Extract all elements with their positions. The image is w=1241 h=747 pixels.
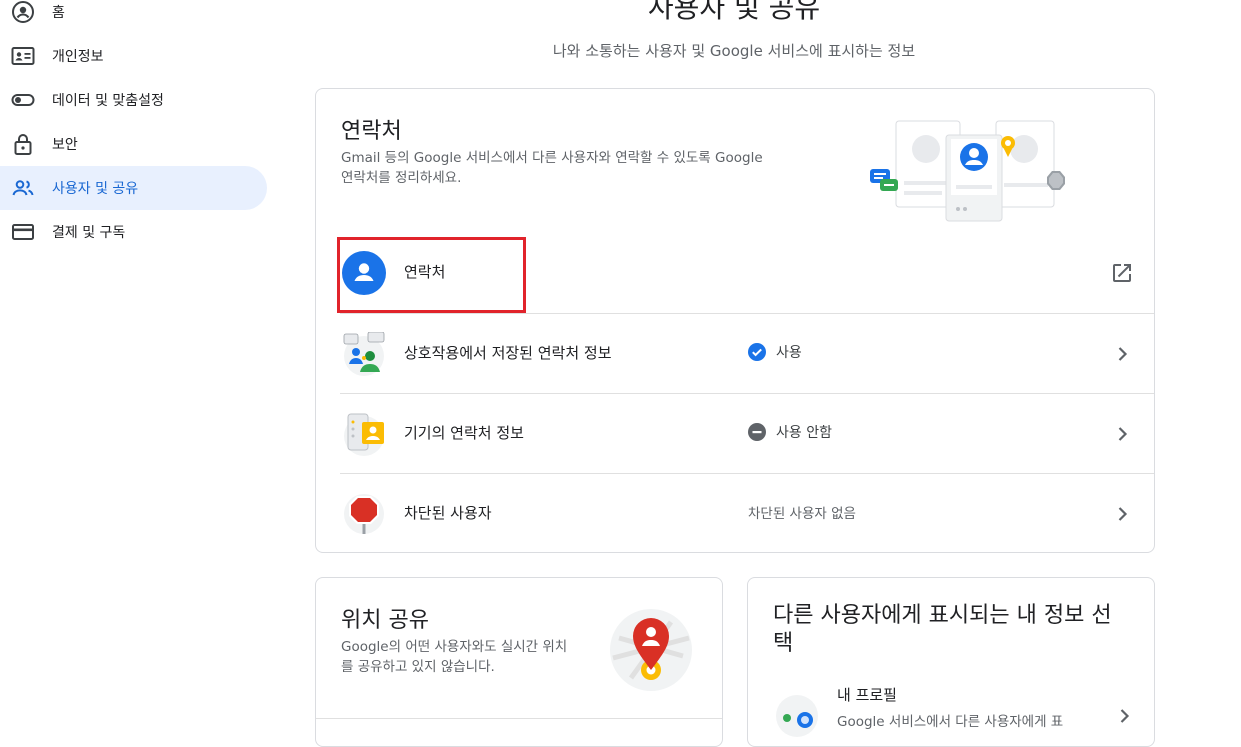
check-circle-icon (748, 343, 766, 361)
status-badge: 사용 (748, 342, 802, 362)
sidebar-item-label: 결제 및 구독 (52, 225, 126, 241)
sidebar-item-people-sharing[interactable]: 사용자 및 공유 (0, 166, 267, 210)
row-label: 차단된 사용자 (404, 504, 492, 522)
profile-card-title: 다른 사용자에게 표시되는 내 정보 선 택 (773, 603, 1112, 656)
row-description: Google 서비스에서 다른 사용자에게 표 (837, 714, 1064, 730)
row-label: 연락처 (404, 263, 446, 281)
location-card-description: Google의 어떤 사용자와도 실시간 위치 를 공유하고 있지 않습니다. (341, 639, 568, 675)
location-pin-illustration (610, 609, 692, 691)
saved-contact-info-row[interactable]: 상호작용에서 저장된 연락처 정보 사용 (340, 313, 1154, 393)
card-divider (316, 718, 722, 719)
lock-icon (14, 134, 32, 155)
location-card-title: 위치 공유 (341, 608, 429, 633)
sidebar-item-payments[interactable]: 결제 및 구독 (0, 210, 267, 254)
sidebar: 홈 개인정보 데이터 및 맞춤설정 보안 사용자 및 공유 결제 및 구독 (0, 0, 270, 723)
stop-sign-icon (344, 494, 384, 534)
chevron-right-icon[interactable] (1110, 422, 1134, 446)
sidebar-item-label: 사용자 및 공유 (52, 181, 139, 197)
my-profile-row[interactable]: 내 프로필 Google 서비스에서 다른 사용자에게 표 (748, 674, 1154, 746)
location-sharing-card[interactable]: 위치 공유 Google의 어떤 사용자와도 실시간 위치 를 공유하고 있지 … (315, 577, 723, 747)
page-title: 사용자 및 공유 (647, 0, 821, 24)
chevron-right-icon[interactable] (1112, 704, 1136, 728)
sidebar-item-label: 데이터 및 맞춤설정 (52, 93, 164, 109)
contacts-person-icon (342, 251, 386, 295)
people-icon (12, 180, 34, 196)
profile-icon (776, 695, 818, 737)
row-label: 기기의 연락처 정보 (404, 424, 524, 442)
contacts-card-title: 연락처 (341, 119, 402, 144)
sidebar-item-label: 보안 (52, 137, 78, 153)
open-in-new-icon[interactable] (1110, 261, 1134, 285)
blocked-users-row[interactable]: 차단된 사용자 차단된 사용자 없음 (340, 473, 1154, 552)
device-contacts-icon (344, 413, 384, 456)
contacts-row[interactable]: 연락처 (340, 233, 1154, 313)
row-label: 상호작용에서 저장된 연락처 정보 (404, 344, 612, 362)
credit-card-icon (12, 224, 34, 240)
toggle-icon (11, 94, 35, 106)
chevron-right-icon[interactable] (1110, 502, 1134, 526)
contacts-illustration (870, 120, 1065, 222)
minus-circle-icon (748, 423, 766, 441)
page-subtitle: 나와 소통하는 사용자 및 Google 서비스에 표시하는 정보 (552, 42, 916, 60)
profile-info-card: 다른 사용자에게 표시되는 내 정보 선 택 내 프로필 Google 서비스에… (747, 577, 1155, 747)
interaction-contacts-icon (343, 332, 385, 376)
chevron-right-icon[interactable] (1110, 342, 1134, 366)
row-label: 내 프로필 (837, 686, 897, 704)
status-text: 차단된 사용자 없음 (748, 506, 856, 522)
sidebar-item-data-privacy[interactable]: 데이터 및 맞춤설정 (0, 78, 267, 122)
device-contact-info-row[interactable]: 기기의 연락처 정보 사용 안함 (340, 393, 1154, 473)
sidebar-item-security[interactable]: 보안 (0, 122, 267, 166)
contacts-card: 연락처 Gmail 등의 Google 서비스에서 다른 사용자와 연락할 수 … (315, 88, 1155, 553)
contacts-card-description: Gmail 등의 Google 서비스에서 다른 사용자와 연락할 수 있도록 … (341, 150, 763, 186)
status-badge: 사용 안함 (748, 422, 832, 442)
